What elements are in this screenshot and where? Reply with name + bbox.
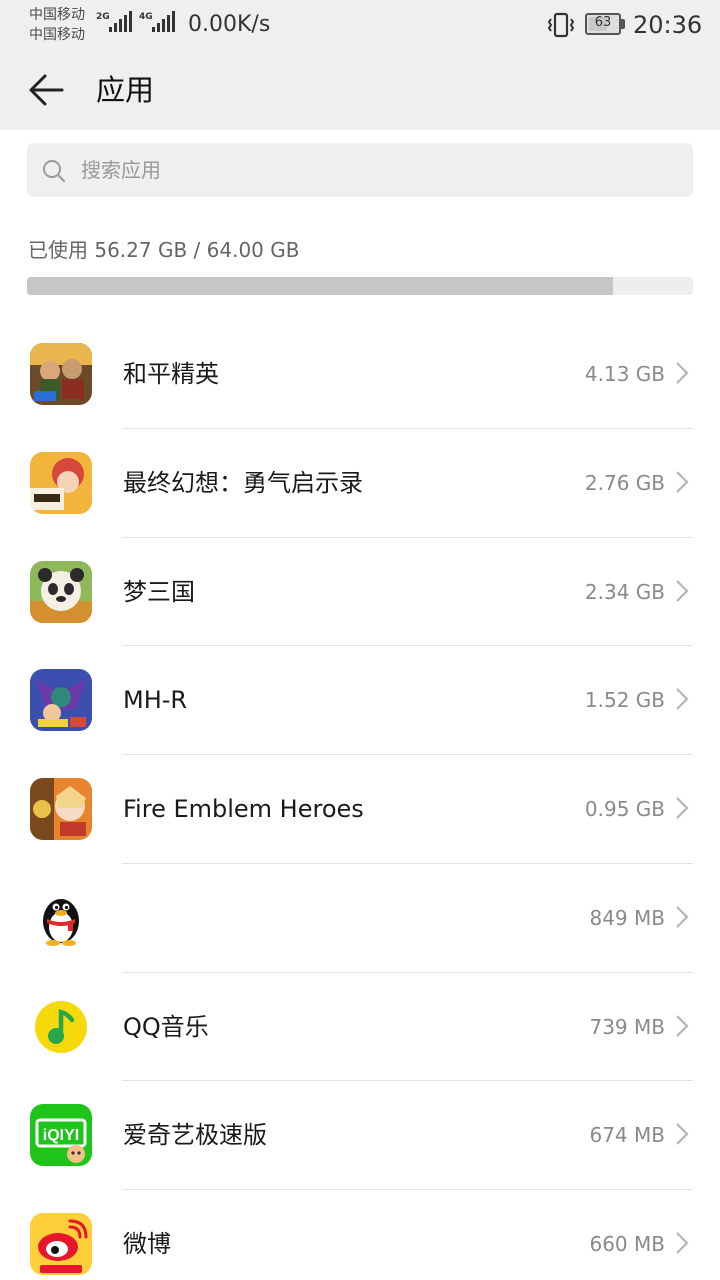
- app-size: 2.76 GB: [584, 470, 665, 495]
- page-title: 应用: [96, 73, 155, 107]
- dragon-icon: [30, 669, 92, 732]
- app-size: 2.34 GB: [584, 579, 665, 604]
- chevron-right-icon: [676, 1232, 689, 1254]
- qq-music-icon: [30, 995, 92, 1058]
- app-name: MH-R: [123, 686, 188, 715]
- app-size: 660 MB: [589, 1232, 665, 1256]
- app-name: 最终幻想：勇气启示录: [123, 468, 363, 497]
- weibo-icon: [30, 1213, 92, 1275]
- carrier-2: 中国移动: [29, 27, 85, 43]
- app-row[interactable]: iQIYI 爱奇艺极速版 674 MB: [0, 1081, 720, 1190]
- svg-text:iQIYI: iQIYI: [43, 1127, 79, 1144]
- app-size: 739 MB: [589, 1014, 665, 1039]
- app-row[interactable]: MH-R 1.52 GB: [0, 646, 720, 755]
- app-row[interactable]: QQ音乐 739 MB: [0, 973, 720, 1082]
- app-list: 和平精英 4.13 GB 最终幻想：勇气启示录 2.76 GB 梦三国 2.34…: [0, 320, 720, 1280]
- search-input[interactable]: [81, 143, 671, 197]
- app-size: 849 MB: [589, 905, 665, 930]
- carrier-1: 中国移动: [29, 7, 85, 23]
- app-size: 674 MB: [589, 1123, 665, 1148]
- chevron-right-icon: [676, 1014, 689, 1037]
- app-size: 1.52 GB: [584, 688, 665, 713]
- app-bar: 应用: [0, 50, 720, 130]
- clock: 20:36: [633, 11, 703, 39]
- chevron-right-icon: [676, 470, 689, 493]
- back-arrow-icon[interactable]: [24, 68, 70, 112]
- app-name: Fire Emblem Heroes: [123, 795, 364, 823]
- storage-usage-label: 已使用 56.27 GB / 64.00 GB: [28, 238, 300, 262]
- fire-emblem-icon: [30, 778, 92, 840]
- battery-level: 63: [594, 15, 612, 30]
- storage-usage-bar: [27, 277, 693, 295]
- vibrate-icon: [547, 12, 575, 38]
- app-name: 和平精英: [123, 360, 219, 388]
- sim2-tech-label: 4G: [139, 12, 153, 22]
- app-size: 0.95 GB: [584, 797, 665, 821]
- app-name: 爱奇艺极速版: [123, 1121, 267, 1150]
- app-row[interactable]: 和平精英 4.13 GB: [0, 320, 720, 429]
- search-box[interactable]: [27, 143, 693, 197]
- app-size: 4.13 GB: [584, 362, 665, 386]
- iqiyi-icon: iQIYI: [30, 1104, 92, 1167]
- sim1-tech-label: 2G: [96, 12, 110, 22]
- app-name: QQ音乐: [123, 1012, 209, 1041]
- chevron-right-icon: [676, 362, 689, 384]
- app-row[interactable]: 849 MB: [0, 864, 720, 973]
- app-name: 梦三国: [123, 577, 195, 606]
- chevron-right-icon: [676, 1123, 689, 1146]
- chevron-right-icon: [676, 688, 689, 711]
- storage-usage-fill: [27, 277, 613, 295]
- app-row[interactable]: 最终幻想：勇气启示录 2.76 GB: [0, 429, 720, 538]
- search-icon: [43, 160, 66, 183]
- network-speed: 0.00K/s: [188, 12, 271, 37]
- chevron-right-icon: [676, 905, 689, 928]
- chevron-right-icon: [676, 579, 689, 602]
- peace-elite-icon: [30, 343, 92, 405]
- ffbe-icon: [30, 451, 92, 514]
- chevron-right-icon: [676, 797, 689, 819]
- app-row[interactable]: Fire Emblem Heroes 0.95 GB: [0, 755, 720, 864]
- battery-icon: 63: [585, 13, 625, 35]
- qq-penguin-icon: [30, 886, 92, 949]
- app-name: 微博: [123, 1230, 171, 1258]
- status-bar: 中国移动 中国移动 2G 4G 0.00K/s 63 20:36: [0, 0, 720, 50]
- app-row[interactable]: 梦三国 2.34 GB: [0, 538, 720, 647]
- panda-icon: [30, 560, 92, 623]
- carrier-labels: 中国移动 中国移动: [29, 5, 85, 45]
- app-row[interactable]: 微博 660 MB: [0, 1190, 720, 1280]
